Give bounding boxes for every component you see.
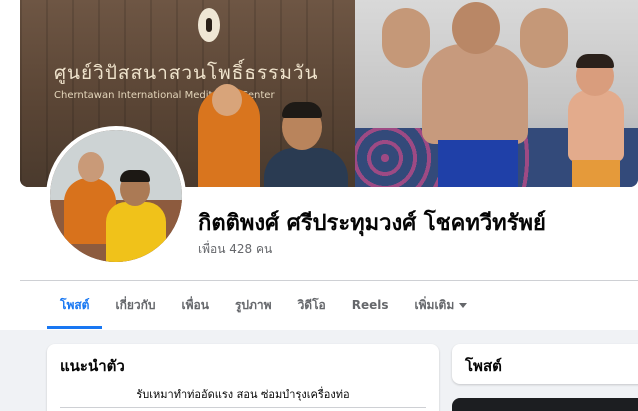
profile-header: ศูนย์วิปัสสนาสวนโพธิ์ธรรมวัน Cherntawan … bbox=[0, 0, 638, 330]
tab-friends-label: เพื่อน bbox=[181, 297, 209, 312]
cover-man-hair bbox=[282, 102, 322, 118]
tab-about[interactable]: เกี่ยวกับ bbox=[102, 281, 168, 329]
tab-about-label: เกี่ยวกับ bbox=[115, 297, 156, 312]
profile-avatar[interactable] bbox=[50, 130, 182, 262]
tab-reels[interactable]: Reels bbox=[339, 281, 402, 329]
posts-card: โพสต์ bbox=[452, 344, 638, 384]
avatar-man-hair bbox=[120, 170, 150, 182]
tab-photos[interactable]: รูปภาพ bbox=[222, 281, 285, 329]
post-preview-dark[interactable] bbox=[452, 398, 638, 411]
caret-down-icon bbox=[459, 302, 468, 308]
cover-child-cloth bbox=[572, 160, 620, 187]
intro-title: แนะนำตัว bbox=[60, 357, 125, 375]
tab-friends[interactable]: เพื่อน bbox=[169, 281, 222, 329]
cover-flex-arm-left bbox=[382, 8, 430, 68]
tab-posts[interactable]: โพสต์ bbox=[47, 281, 103, 329]
friends-count[interactable]: เพื่อน 428 คน bbox=[198, 240, 272, 259]
cover-man-shirt bbox=[264, 148, 348, 187]
profile-tabs: โพสต์ เกี่ยวกับ เพื่อน รูปภาพ วิดีโอ Ree… bbox=[47, 281, 480, 329]
avatar-man-yellow-shirt bbox=[106, 202, 166, 262]
cover-blue-shorts bbox=[438, 140, 518, 187]
cover-flexing-man bbox=[422, 44, 528, 144]
cover-monk-head bbox=[212, 84, 242, 116]
intro-divider bbox=[60, 407, 426, 408]
intro-card: แนะนำตัว รับเหมาทำท่ออัดแรง สอน ซ่อมบำรุ… bbox=[47, 344, 439, 411]
tab-photos-label: รูปภาพ bbox=[234, 297, 272, 312]
profile-page: ศูนย์วิปัสสนาสวนโพธิ์ธรรมวัน Cherntawan … bbox=[0, 0, 638, 411]
tab-more-label: เพิ่มเติม bbox=[414, 297, 455, 312]
posts-title: โพสต์ bbox=[465, 357, 502, 375]
tab-posts-label: โพสต์ bbox=[60, 297, 90, 312]
cover-flexing-child bbox=[568, 90, 624, 162]
cover-flex-arm-right bbox=[520, 8, 568, 68]
profile-name: กิตติพงศ์ ศรีประทุมวงศ์ โชคทวีทรัพย์ bbox=[198, 211, 546, 236]
cover-flexing-man-head bbox=[452, 2, 500, 54]
cover-sign-thai: ศูนย์วิปัสสนาสวนโพธิ์ธรรมวัน bbox=[54, 62, 319, 84]
intro-bio: รับเหมาทำท่ออัดแรง สอน ซ่อมบำรุงเครื่องท… bbox=[136, 388, 350, 401]
penguin-logo-icon bbox=[198, 8, 220, 42]
tab-reels-label: Reels bbox=[351, 298, 389, 312]
tab-more[interactable]: เพิ่มเติม bbox=[402, 281, 481, 329]
tab-videos-label: วิดีโอ bbox=[297, 297, 326, 312]
cover-child-hair bbox=[576, 54, 614, 68]
avatar-monk-head bbox=[78, 152, 104, 182]
tab-videos[interactable]: วิดีโอ bbox=[285, 281, 339, 329]
